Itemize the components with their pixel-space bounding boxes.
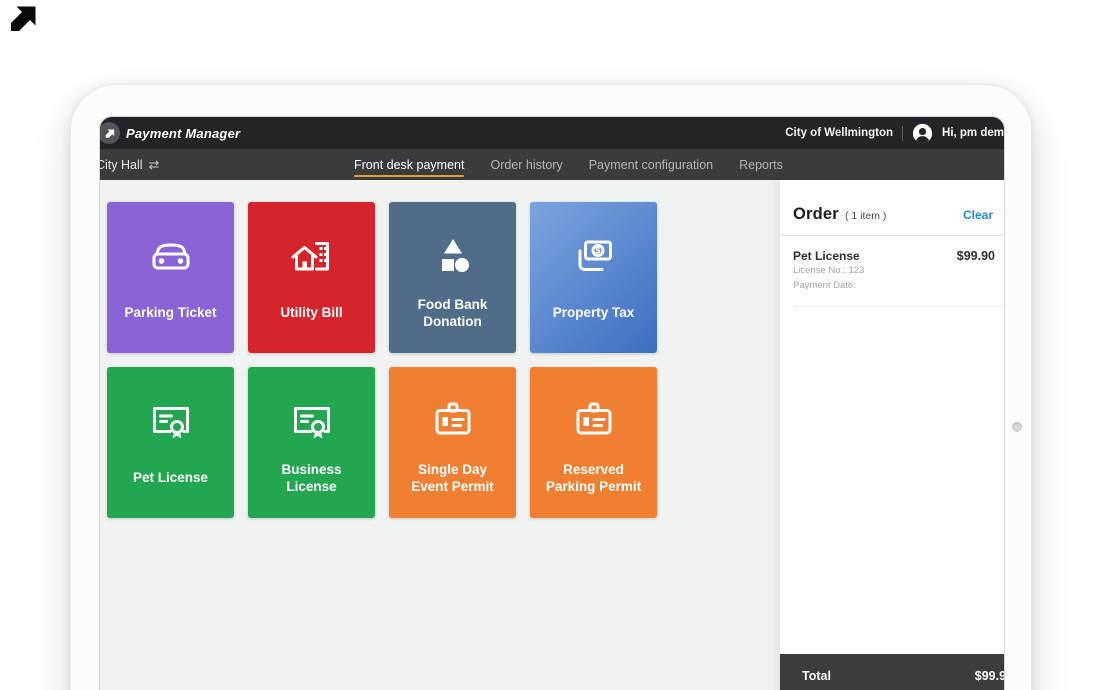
id-badge-icon bbox=[570, 397, 618, 445]
tile-label: Pet License bbox=[133, 445, 208, 510]
topbar-right: City of Wellmington Hi, pm dem bbox=[785, 117, 1004, 149]
user-avatar-icon[interactable] bbox=[912, 123, 933, 144]
tile-label: Reserved Parking Permit bbox=[543, 445, 645, 510]
top-bar: Payment Manager City of Wellmington Hi, … bbox=[100, 117, 1004, 149]
cash-icon: $ bbox=[570, 232, 618, 280]
house-building-icon bbox=[288, 232, 336, 280]
tile-reserved-parking-permit[interactable]: Reserved Parking Permit bbox=[530, 367, 657, 518]
tab-reports[interactable]: Reports bbox=[739, 149, 783, 180]
tile-pet-license[interactable]: Pet License bbox=[107, 367, 234, 518]
car-icon bbox=[147, 232, 195, 280]
clear-order-link[interactable]: Clear bbox=[963, 208, 993, 222]
tab-order-history[interactable]: Order history bbox=[490, 149, 562, 180]
tile-label: Utility Bill bbox=[280, 280, 342, 345]
tab-payment-configuration[interactable]: Payment configuration bbox=[589, 149, 713, 180]
tile-label: Parking Ticket bbox=[124, 280, 216, 345]
arrow-up-right-icon bbox=[104, 128, 115, 139]
order-item-detail: Payment Date: bbox=[793, 278, 995, 293]
order-header: Order ( 1 item ) Clear bbox=[780, 180, 1005, 236]
tile-property-tax[interactable]: $ Property Tax bbox=[530, 202, 657, 353]
tile-parking-ticket[interactable]: Parking Ticket bbox=[107, 202, 234, 353]
order-item-detail: License No.: 123 bbox=[793, 263, 995, 278]
tile-label: Business License bbox=[261, 445, 363, 510]
order-title: Order bbox=[793, 205, 839, 224]
order-panel: Order ( 1 item ) Clear Pet License $99.9… bbox=[780, 180, 1005, 690]
app-screen: Payment Manager City of Wellmington Hi, … bbox=[99, 116, 1005, 690]
tile-business-license[interactable]: Business License bbox=[248, 367, 375, 518]
swap-arrows-icon: ⇄ bbox=[149, 158, 160, 171]
page: Payment Manager City of Wellmington Hi, … bbox=[0, 0, 1100, 690]
tile-label: Property Tax bbox=[553, 280, 635, 345]
app-title: Payment Manager bbox=[126, 126, 240, 141]
order-item-price: $99.90 bbox=[957, 249, 995, 263]
tile-label: Single Day Event Permit bbox=[402, 445, 504, 510]
org-name: City of Wellmington bbox=[785, 127, 893, 139]
order-item-row[interactable]: Pet License $99.90 License No.: 123 Paym… bbox=[793, 236, 1005, 307]
certificate-icon bbox=[288, 397, 336, 445]
nav-bar: City Hall ⇄ Front desk payment Order his… bbox=[100, 149, 1004, 180]
camera-dot bbox=[1012, 422, 1022, 432]
order-total-bar: Total $99.90 bbox=[780, 654, 1005, 690]
app-logo bbox=[99, 122, 120, 144]
order-item-name: Pet License bbox=[793, 249, 860, 263]
user-greeting[interactable]: Hi, pm dem bbox=[942, 127, 1004, 139]
location-label: City Hall bbox=[99, 158, 143, 172]
shapes-icon bbox=[429, 232, 477, 280]
tile-label: Food Bank Donation bbox=[402, 280, 504, 345]
nav-tabs: Front desk payment Order history Payment… bbox=[354, 149, 783, 180]
tablet-frame: Payment Manager City of Wellmington Hi, … bbox=[70, 84, 1032, 690]
tab-front-desk-payment[interactable]: Front desk payment bbox=[354, 149, 464, 180]
certificate-icon bbox=[147, 397, 195, 445]
tile-utility-bill[interactable]: Utility Bill bbox=[248, 202, 375, 353]
order-item-count: ( 1 item ) bbox=[845, 210, 886, 222]
arrow-up-right-icon bbox=[6, 2, 38, 34]
tile-single-day-event-permit[interactable]: Single Day Event Permit bbox=[389, 367, 516, 518]
total-amount: $99.90 bbox=[975, 669, 1005, 683]
svg-text:$: $ bbox=[595, 246, 600, 256]
total-label: Total bbox=[802, 669, 831, 683]
tile-food-bank-donation[interactable]: Food Bank Donation bbox=[389, 202, 516, 353]
id-badge-icon bbox=[429, 397, 477, 445]
location-switcher[interactable]: City Hall ⇄ bbox=[99, 149, 159, 180]
divider bbox=[902, 126, 903, 141]
